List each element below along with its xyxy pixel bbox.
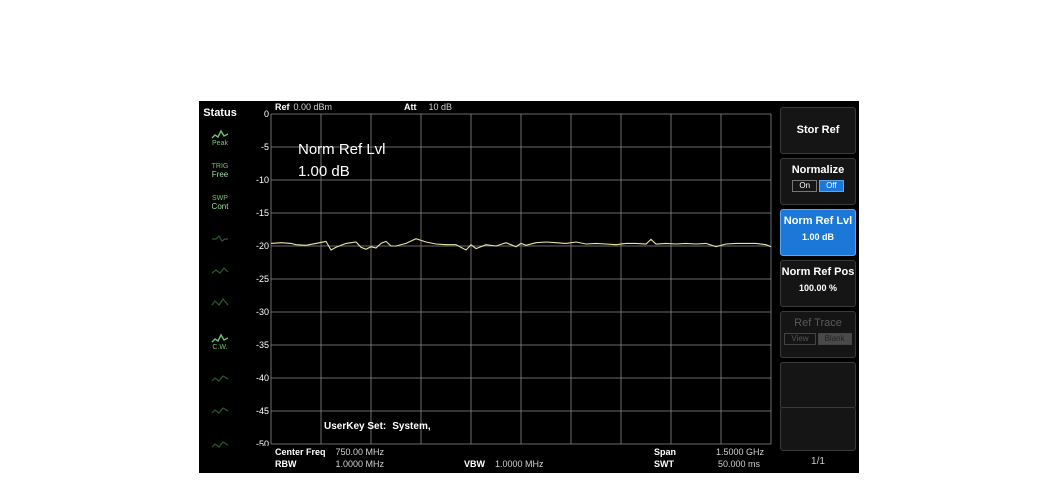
normalize-on-option[interactable]: On xyxy=(792,180,818,192)
ref-trace-label: Ref Trace xyxy=(794,317,842,329)
empty-softkey-1[interactable] xyxy=(780,362,856,409)
center-freq-value: 750.00 MHz xyxy=(335,447,385,457)
userkey-label: UserKey Set: xyxy=(324,421,387,432)
empty-softkey-2[interactable] xyxy=(780,407,856,451)
vbw-value: 1.0000 MHz xyxy=(495,459,544,469)
vbw-readout: VBW 1.0000 MHz xyxy=(464,459,544,469)
swt-value: 50.000 ms xyxy=(718,459,761,469)
ref-trace-view-option[interactable]: View xyxy=(784,333,816,345)
status-cw: C.W. xyxy=(202,333,238,361)
userkey-readout: UserKey Set: System, xyxy=(324,421,431,432)
center-freq-readout: Center Freq 750.00 MHz xyxy=(275,447,384,457)
spectrum-plot: 0 -5 -10 -15 -20 -25 -30 -35 -40 -45 -50 Ref 0.00 d… xyxy=(241,101,777,446)
y-tick-label: -35 xyxy=(256,340,269,350)
stor-ref-label: Stor Ref xyxy=(796,124,840,136)
swt-readout: SWT 50.000 ms xyxy=(654,459,760,469)
vbw-label: VBW xyxy=(464,459,485,469)
y-tick-label: 0 xyxy=(264,109,269,119)
y-tick-label: -30 xyxy=(256,307,269,317)
status-indicator-icon xyxy=(212,235,228,242)
norm-ref-lvl-label: Norm Ref Lvl xyxy=(783,215,853,227)
status-panel: Status Peak TRIG Free SWP Cont C.W. xyxy=(199,101,241,473)
status-cw-label: C.W. xyxy=(212,344,228,351)
y-tick-label: -5 xyxy=(261,142,269,152)
cw-trace-icon xyxy=(211,333,229,343)
ref-value: 0.00 dBm xyxy=(293,102,333,112)
span-readout: Span 1.5000 GHz xyxy=(654,447,764,457)
center-freq-label: Center Freq xyxy=(275,447,326,457)
norm-ref-pos-value: 100.00 % xyxy=(798,283,838,293)
ref-trace-toggle[interactable]: View Blank xyxy=(781,333,855,345)
rbw-value: 1.0000 MHz xyxy=(335,459,385,469)
norm-ref-lvl-softkey[interactable]: Norm Ref Lvl 1.00 dB xyxy=(780,209,856,256)
status-indicator-icon xyxy=(211,441,229,448)
y-tick-label: -20 xyxy=(256,241,269,251)
normalize-label: Normalize xyxy=(791,164,845,176)
swt-label: SWT xyxy=(654,459,674,469)
userkey-value: System, xyxy=(392,421,431,432)
y-tick-label: -45 xyxy=(256,406,269,416)
page-indicator: 1/1 xyxy=(811,456,825,467)
norm-ref-annotation: Norm Ref Lvl 1.00 dB xyxy=(298,139,386,183)
y-tick-label: -10 xyxy=(256,175,269,185)
status-indicator-icon xyxy=(211,297,229,306)
status-indicator-icon xyxy=(211,407,229,414)
status-peak-label: Peak xyxy=(212,140,228,147)
ref-trace-blank-option[interactable]: Blank xyxy=(817,333,852,345)
status-indicator-5 xyxy=(202,405,238,433)
peak-trace-icon xyxy=(211,129,229,139)
normalize-softkey[interactable]: Normalize On Off xyxy=(780,158,856,205)
status-title: Status xyxy=(203,107,237,119)
norm-ref-lvl-value: 1.00 dB xyxy=(801,232,834,242)
ref-label: Ref xyxy=(275,102,290,112)
attenuation-readout: Att 10 dB xyxy=(404,102,452,112)
norm-ref-annotation-value: 1.00 dB xyxy=(298,163,350,180)
span-value: 1.5000 GHz xyxy=(716,447,765,457)
rbw-readout: RBW 1.0000 MHz xyxy=(275,459,384,469)
status-indicator-2 xyxy=(202,265,238,293)
span-label: Span xyxy=(654,447,677,457)
status-peak: Peak xyxy=(202,129,238,157)
stor-ref-softkey[interactable]: Stor Ref xyxy=(780,107,856,154)
att-label: Att xyxy=(404,102,417,112)
status-indicator-4 xyxy=(202,373,238,401)
y-tick-label: -25 xyxy=(256,274,269,284)
status-trigger-label: Free xyxy=(211,170,229,179)
status-trigger: TRIG Free xyxy=(202,163,238,191)
normalize-off-option[interactable]: Off xyxy=(819,180,844,192)
rbw-label: RBW xyxy=(275,459,297,469)
y-tick-label: -40 xyxy=(256,373,269,383)
spectrum-analyzer-screen: Status Peak TRIG Free SWP Cont C.W. 0 -5… xyxy=(199,101,859,473)
status-indicator-3 xyxy=(202,297,238,325)
y-tick-label: -50 xyxy=(256,439,269,446)
status-indicator-6 xyxy=(202,439,238,467)
status-indicator-1 xyxy=(202,233,238,261)
y-tick-label: -15 xyxy=(256,208,269,218)
softkey-panel: Stor Ref Normalize On Off Norm Ref Lvl 1… xyxy=(777,101,859,473)
bottom-readout: Center Freq 750.00 MHz RBW 1.0000 MHz VBW 1… xyxy=(241,446,777,473)
norm-ref-annotation-title: Norm Ref Lvl xyxy=(298,141,386,158)
norm-ref-pos-label: Norm Ref Pos xyxy=(781,266,855,278)
status-indicator-icon xyxy=(211,375,229,382)
normalize-toggle[interactable]: On Off xyxy=(781,180,855,192)
status-sweep: SWP Cont xyxy=(202,195,238,223)
norm-ref-pos-softkey[interactable]: Norm Ref Pos 100.00 % xyxy=(780,260,856,307)
ref-level-readout: Ref 0.00 dBm xyxy=(275,102,332,112)
status-indicator-icon xyxy=(211,267,229,274)
ref-trace-softkey[interactable]: Ref Trace View Blank xyxy=(780,311,856,358)
status-sweep-label: Cont xyxy=(211,202,229,211)
att-value: 10 dB xyxy=(428,102,453,112)
